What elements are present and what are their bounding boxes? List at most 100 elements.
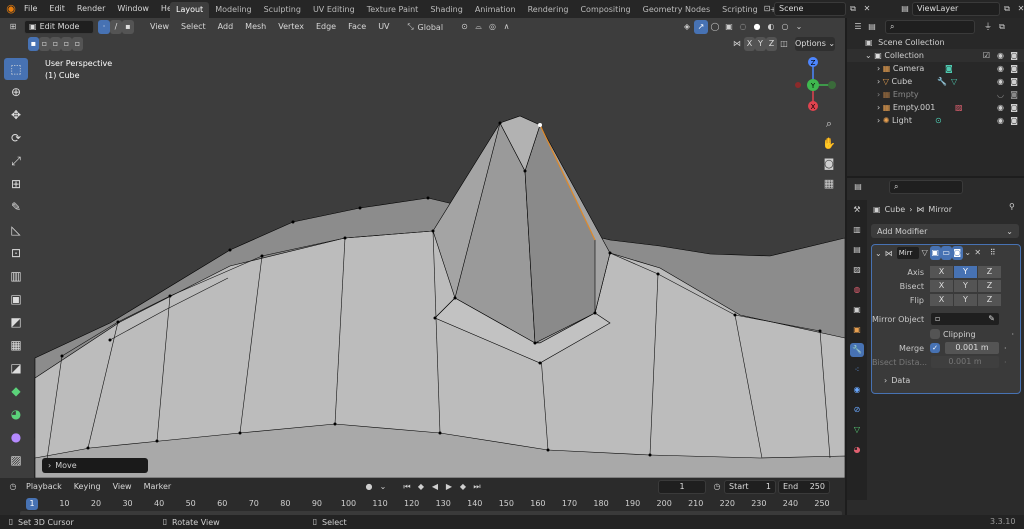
auto-merge-icon[interactable]: ◫ — [777, 37, 791, 51]
delete-scene-icon[interactable]: ✕ — [860, 2, 874, 16]
next-key-icon[interactable]: ◆ — [456, 480, 470, 494]
modifier-menu-icon[interactable]: ⌄ — [963, 246, 973, 260]
new-collection-icon[interactable]: ⧉ — [995, 20, 1009, 34]
knife-tool-icon[interactable]: ◪ — [4, 357, 28, 379]
loop-cut-tool-icon[interactable]: ▦ — [4, 334, 28, 356]
mesh-canvas[interactable] — [0, 18, 845, 478]
outliner-editor-icon[interactable]: ☰ — [851, 20, 865, 34]
output-tab-icon[interactable]: ▤ — [850, 243, 864, 257]
menu-edge[interactable]: Edge — [310, 18, 342, 36]
tab-modeling[interactable]: Modeling — [209, 2, 257, 18]
view-layer-tab-icon[interactable]: ▨ — [850, 263, 864, 277]
new-view-layer-icon[interactable]: ⧉ — [1000, 2, 1014, 16]
gizmo-toggle-icon[interactable]: ↗ — [694, 20, 708, 34]
play-reverse-icon[interactable]: ◀ — [428, 480, 442, 494]
edit-mode-toggle-icon[interactable]: ▣ — [929, 246, 941, 260]
cursor-tool-icon[interactable]: ⊕ — [4, 81, 28, 103]
empty-001-visibility-icon[interactable]: ◉ — [997, 101, 1004, 114]
empty-001-render-icon[interactable]: ◙ — [1010, 101, 1018, 114]
modifier-name-field[interactable]: Mirr — [895, 246, 920, 260]
measure-tool-icon[interactable]: ◺ — [4, 219, 28, 241]
outliner-item-light[interactable]: › ✺ Light ⊙ ◉ ◙ — [847, 114, 1024, 127]
outliner-item-cube[interactable]: › ▽ Cube 🔧 ▽ ◉ ◙ — [847, 75, 1024, 88]
orientation-select[interactable]: Global — [418, 23, 458, 32]
current-frame-marker[interactable]: 1 — [26, 498, 38, 510]
clipping-keyframe-icon[interactable]: · — [1011, 330, 1014, 339]
preview-range-icon[interactable]: ◷ — [710, 480, 724, 494]
inset-tool-icon[interactable]: ▣ — [4, 288, 28, 310]
tab-compositing[interactable]: Compositing — [574, 2, 636, 18]
jump-end-icon[interactable]: ⏭ — [470, 480, 484, 494]
panel-collapse-icon[interactable]: ⌄ — [875, 249, 882, 258]
pan-hand-icon[interactable]: ✋ — [820, 134, 838, 154]
menu-window[interactable]: Window — [111, 0, 155, 18]
cube-visibility-icon[interactable]: ◉ — [997, 75, 1004, 88]
menu-playback[interactable]: Playback — [20, 478, 68, 496]
modifier-tab-icon[interactable]: 🔧 — [850, 343, 864, 357]
prev-key-icon[interactable]: ◆ — [414, 480, 428, 494]
menu-timeline-view[interactable]: View — [107, 478, 138, 496]
select-mode-extend-icon[interactable]: ▫ — [39, 37, 50, 51]
scene-tab-icon[interactable]: ◍ — [850, 283, 864, 297]
axis-y-toggle[interactable]: Y — [954, 266, 977, 278]
snap-icon[interactable]: ⌓ — [472, 20, 486, 34]
end-frame-field[interactable]: End 250 — [778, 480, 830, 494]
select-mode-intersect-icon[interactable]: ▫ — [72, 37, 83, 51]
flip-y-toggle[interactable]: Y — [954, 294, 977, 306]
poly-build-tool-icon[interactable]: ◆ — [4, 380, 28, 402]
3d-viewport[interactable]: ⊞ ▣ Edit Mode · / ▪ View Select Add Mesh… — [0, 18, 845, 478]
particles-tab-icon[interactable]: ⁖ — [850, 363, 864, 377]
overlay-toggle-icon[interactable]: ◯ — [708, 20, 722, 34]
view-layer-field[interactable]: ViewLayer — [912, 2, 1000, 16]
menu-vertex[interactable]: Vertex — [272, 18, 310, 36]
face-select-icon[interactable]: ▪ — [122, 20, 134, 34]
outliner-search-input[interactable]: ⌕ — [885, 20, 975, 34]
collection-render-icon[interactable]: ◙ — [1010, 49, 1018, 62]
menu-select[interactable]: Select — [175, 18, 212, 36]
move-tool-icon[interactable]: ✥ — [4, 104, 28, 126]
tab-geometry-nodes[interactable]: Geometry Nodes — [637, 2, 716, 18]
mirror-options-icon[interactable]: ⋈ — [730, 37, 744, 51]
select-box-tool-icon[interactable]: ⬚ — [4, 58, 28, 80]
light-render-icon[interactable]: ◙ — [1010, 114, 1018, 127]
tab-scripting[interactable]: Scripting — [716, 2, 764, 18]
tab-animation[interactable]: Animation — [469, 2, 522, 18]
shading-material-icon[interactable]: ◐ — [764, 20, 778, 34]
frame-ruler[interactable]: 1 10 20 30 40 50 60 70 80 90 100 110 120 130 140 150 160… — [20, 498, 830, 510]
flip-z-toggle[interactable]: Z — [978, 294, 1001, 306]
bisect-z-toggle[interactable]: Z — [978, 280, 1001, 292]
physics-tab-icon[interactable]: ◉ — [850, 383, 864, 397]
annotate-tool-icon[interactable]: ✎ — [4, 196, 28, 218]
menu-render[interactable]: Render — [71, 0, 111, 18]
bevel-tool-icon[interactable]: ◩ — [4, 311, 28, 333]
menu-marker[interactable]: Marker — [138, 478, 178, 496]
menu-uv[interactable]: UV — [372, 18, 395, 36]
camera-view-icon[interactable]: ◙ — [820, 154, 838, 174]
menu-edit[interactable]: Edit — [43, 0, 71, 18]
edge-select-icon[interactable]: / — [110, 20, 122, 34]
merge-distance-field[interactable]: 0.001 m — [944, 341, 1000, 355]
axis-x-button[interactable]: X — [744, 37, 755, 51]
transform-tool-icon[interactable]: ⊞ — [4, 173, 28, 195]
falloff-icon[interactable]: ∧ — [500, 20, 514, 34]
bisect-y-toggle[interactable]: Y — [954, 280, 977, 292]
axis-x-toggle[interactable]: X — [930, 266, 953, 278]
cube-render-icon[interactable]: ◙ — [1010, 75, 1018, 88]
camera-render-icon[interactable]: ◙ — [1010, 62, 1018, 75]
tab-uv-editing[interactable]: UV Editing — [307, 2, 361, 18]
menu-face[interactable]: Face — [342, 18, 372, 36]
menu-view[interactable]: View — [144, 18, 175, 36]
filter-icon[interactable]: ⏚ — [981, 20, 995, 34]
proportional-edit-icon[interactable]: ◎ — [486, 20, 500, 34]
shear-tool-icon[interactable]: ▨ — [4, 449, 28, 471]
tab-sculpting[interactable]: Sculpting — [258, 2, 307, 18]
jump-start-icon[interactable]: ⏮ — [400, 480, 414, 494]
shading-solid-icon[interactable]: ● — [750, 20, 764, 34]
empty-render-icon[interactable]: ◙ — [1010, 88, 1018, 101]
record-icon[interactable]: ● — [362, 480, 376, 494]
extrude-tool-icon[interactable]: ▥ — [4, 265, 28, 287]
mode-select[interactable]: ▣ Edit Mode — [24, 20, 94, 34]
modifier-delete-icon[interactable]: ✕ — [973, 246, 983, 260]
zoom-icon[interactable]: ⌕ — [820, 114, 838, 134]
mirror-object-field[interactable]: ▫ ✎ — [930, 312, 1000, 326]
